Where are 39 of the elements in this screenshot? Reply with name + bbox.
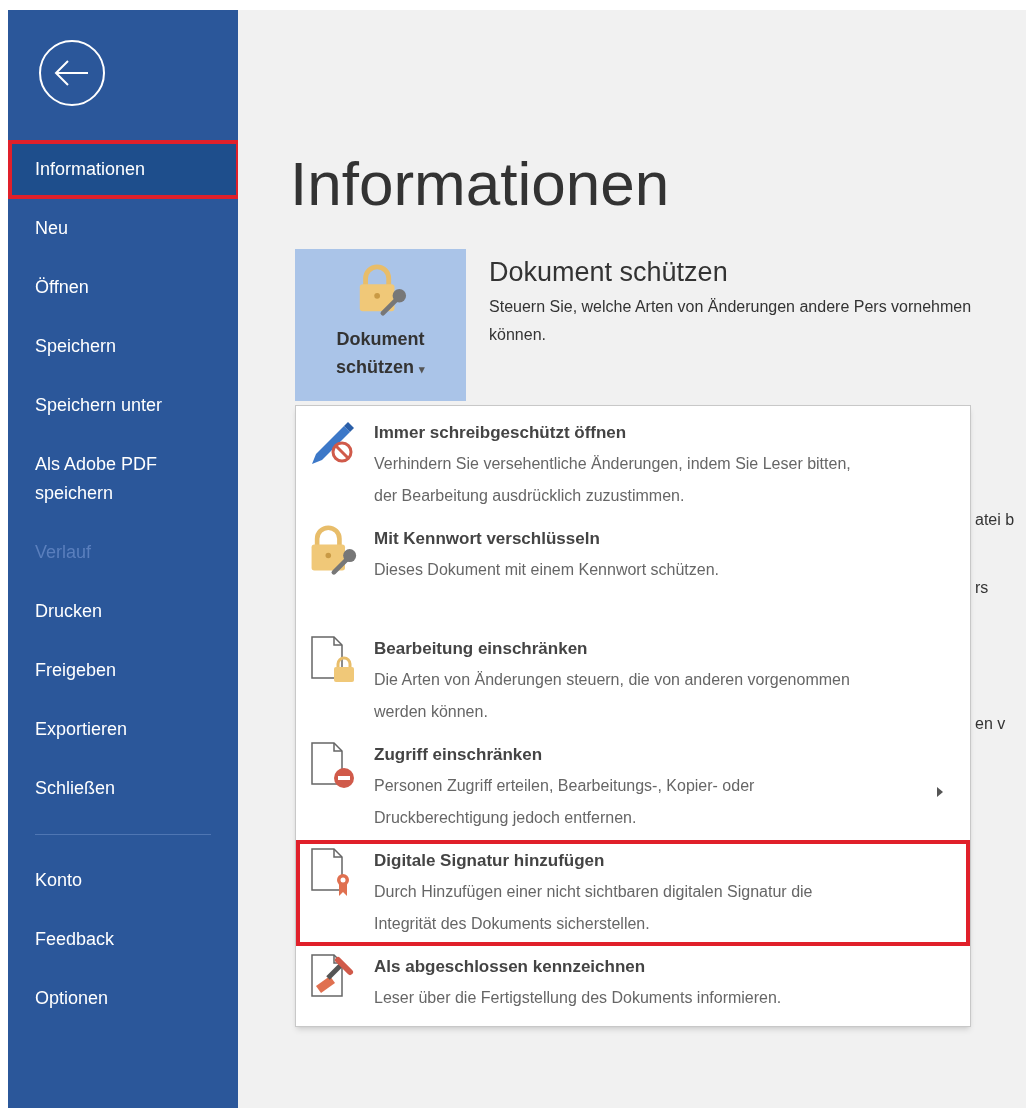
menu-item-title: Mit Kennwort verschlüsseln xyxy=(374,528,601,550)
sidebar-item[interactable]: Speichern unter xyxy=(8,376,238,435)
menu-item-title: Digitale Signatur hinzufügen xyxy=(374,850,606,872)
sidebar-item[interactable]: Speichern xyxy=(8,317,238,376)
menu-item[interactable]: Bearbeitung einschränken Die Arten von Änderungen steuern, die von anderen vorgenommen werden können. xyxy=(296,628,970,734)
page-title: Informationen xyxy=(290,148,671,220)
background-text: en v xyxy=(975,714,1006,734)
menu-item-title: Immer schreibgeschützt öffnen xyxy=(374,422,628,444)
sidebar-item[interactable]: Freigeben xyxy=(8,641,238,700)
sidebar-item[interactable]: Feedback xyxy=(8,910,238,969)
menu-item-description: Personen Zugriff erteilen, Bearbeitungs-, Kopier- oder Druckberechtigung jedoch entfernen. xyxy=(374,776,756,828)
sidebar-item[interactable]: Optionen xyxy=(8,969,238,1028)
menu-item-description: Die Arten von Änderungen steuern, die von anderen vorgenommen werden können. xyxy=(374,670,851,722)
section-heading: Dokument schützen xyxy=(489,256,729,289)
sidebar-item[interactable]: Drucken xyxy=(8,582,238,641)
sidebar-item[interactable]: Konto xyxy=(8,851,238,910)
background-text: atei b xyxy=(975,510,1015,530)
sidebar-item[interactable]: Öffnen xyxy=(8,258,238,317)
menu-item[interactable]: Als abgeschlossen kennzeichnen Leser über die Fertigstellung des Dokuments informieren. xyxy=(296,946,970,1020)
sidebar-item[interactable]: Neu xyxy=(8,199,238,258)
background-text: rs xyxy=(975,578,989,598)
menu-item[interactable]: Mit Kennwort verschlüsseln Dieses Dokument mit einem Kennwort schützen. xyxy=(296,518,970,628)
sidebar-item[interactable]: Informationen xyxy=(8,140,240,199)
menu-item-title: Bearbeitung einschränken xyxy=(374,638,589,660)
section-description: Steuern Sie, welche Arten von Änderungen andere Pers vornehmen können. xyxy=(489,297,973,345)
sidebar-item[interactable]: Als Adobe PDF speichern xyxy=(8,435,238,523)
menu-item-title: Zugriff einschränken xyxy=(374,744,544,766)
menu-item-description: Durch Hinzufügen einer nicht sichtbaren digitalen Signatur die Integrität des Dokuments sicherstellen. xyxy=(374,882,814,934)
menu-item[interactable]: Zugriff einschränken Personen Zugriff erteilen, Bearbeitungs-, Kopier- oder Druckberechtigung jedoch entfernen. xyxy=(296,734,970,840)
sidebar-item[interactable]: Schließen xyxy=(8,759,238,818)
menu-item-description: Verhindern Sie versehentliche Änderungen, indem Sie Leser bitten, der Bearbeitung ausdrücklich zuzustimmen. xyxy=(374,454,852,506)
menu-item-description: Dieses Dokument mit einem Kennwort schützen. xyxy=(374,560,721,580)
menu-item[interactable]: Immer schreibgeschützt öffnen Verhindern Sie versehentliche Änderungen, indem Sie Leser bitten, der Bearbeitung ausdrücklich zuzustimmen. xyxy=(296,412,970,518)
menu-item-description: Leser über die Fertigstellung des Dokuments informieren. xyxy=(374,988,783,1008)
protect-document-button[interactable]: Dokument schützen ▾ xyxy=(295,249,467,401)
menu-item-title: Als abgeschlossen kennzeichnen xyxy=(374,956,647,978)
back-button[interactable] xyxy=(38,39,106,107)
sidebar-item[interactable]: Exportieren xyxy=(8,700,238,759)
menu-item[interactable]: Digitale Signatur hinzufügen Durch Hinzufügen einer nicht sichtbaren digitalen Signatur die Integrität des Dokuments sicherstellen. xyxy=(296,840,970,946)
